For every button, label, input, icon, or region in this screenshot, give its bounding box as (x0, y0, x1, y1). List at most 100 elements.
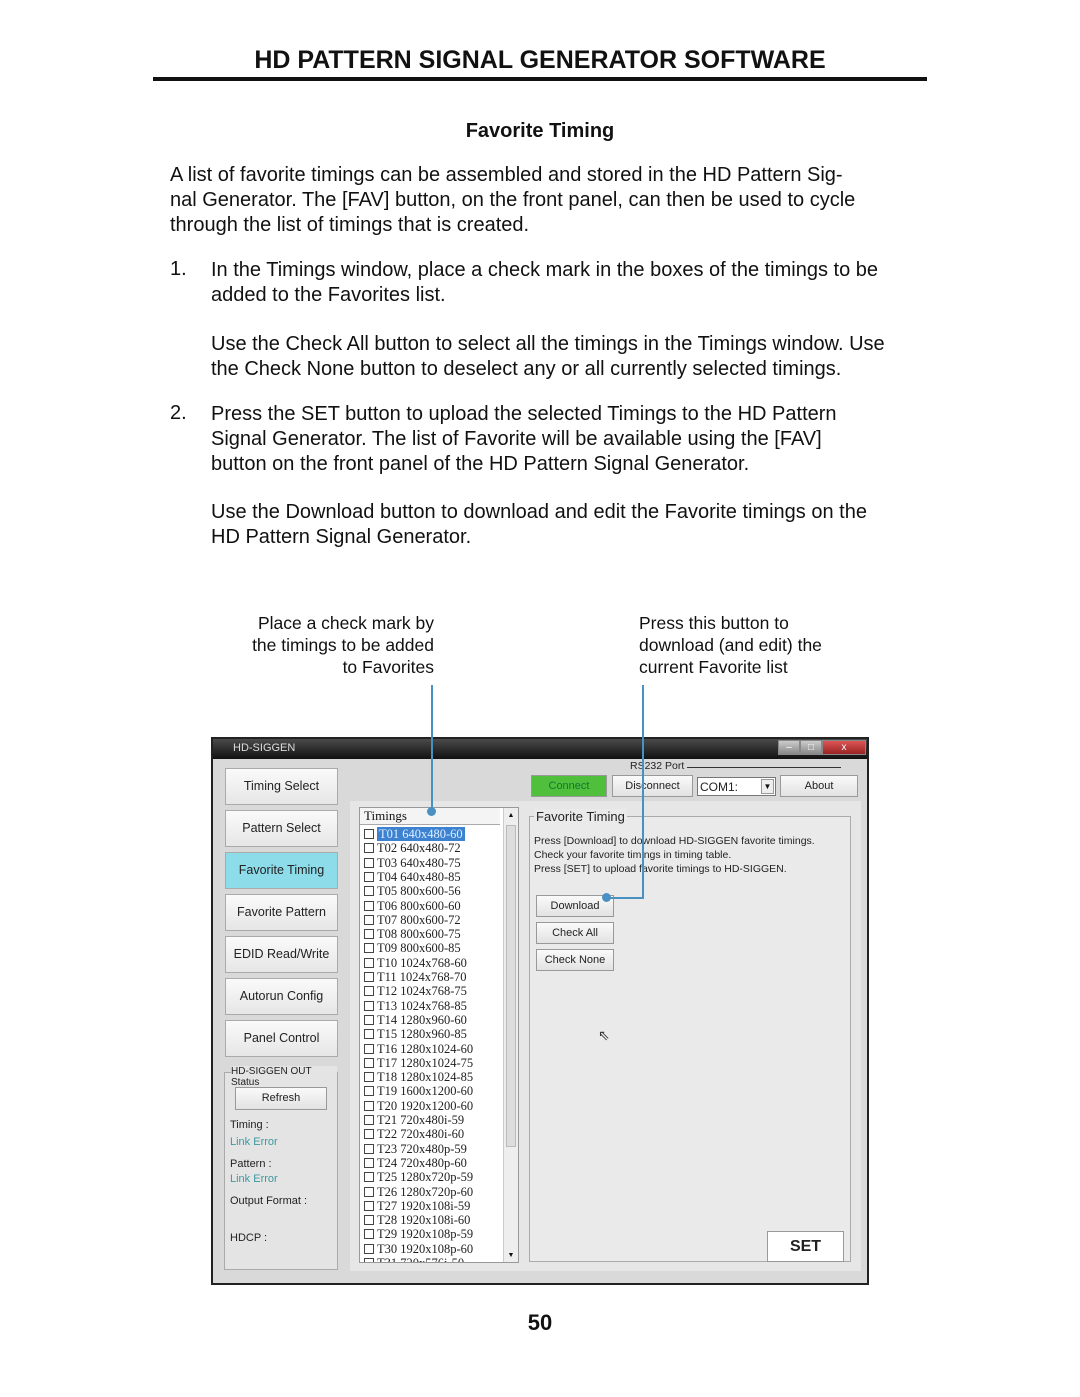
timing-row[interactable]: T29 1920x108p-59 (364, 1227, 473, 1241)
checkbox[interactable] (364, 1258, 374, 1262)
timing-label: T24 720x480p-60 (377, 1155, 467, 1170)
checkbox[interactable] (364, 1215, 374, 1226)
timing-row[interactable]: T03 640x480-75 (364, 856, 461, 870)
scroll-up-icon[interactable]: ▲ (504, 808, 518, 822)
timing-row[interactable]: T08 800x600-75 (364, 927, 461, 941)
text-line: Signal Generator. The list of Favorite w… (211, 428, 822, 450)
nav-panel-control[interactable]: Panel Control (225, 1020, 338, 1057)
nav-autorun-config[interactable]: Autorun Config (225, 978, 338, 1015)
checkbox[interactable] (364, 1186, 374, 1197)
check-all-button[interactable]: Check All (536, 922, 614, 944)
status-group: HD-SIGGEN OUT Status Refresh Timing : Li… (224, 1066, 338, 1270)
timing-row[interactable]: T13 1024x768-85 (364, 999, 467, 1013)
timing-row[interactable]: T25 1280x720p-59 (364, 1170, 473, 1184)
text-line: button on the front panel of the HD Patt… (211, 453, 750, 475)
checkbox[interactable] (364, 1229, 374, 1240)
disconnect-button[interactable]: Disconnect (612, 775, 693, 797)
checkbox[interactable] (364, 914, 374, 925)
checkbox[interactable] (364, 1157, 374, 1168)
timing-label: T15 1280x960-85 (377, 1027, 467, 1042)
checkbox[interactable] (364, 972, 374, 982)
timing-row[interactable]: T21 720x480i-59 (364, 1113, 464, 1127)
timing-row[interactable]: T02 640x480-72 (364, 841, 461, 855)
timing-row[interactable]: T28 1920x108i-60 (364, 1213, 470, 1227)
checkbox[interactable] (364, 1043, 374, 1054)
close-icon[interactable]: x (822, 740, 866, 755)
nav-pattern-select[interactable]: Pattern Select (225, 810, 338, 847)
timing-row[interactable]: T09 800x600-85 (364, 941, 461, 955)
timing-row[interactable]: T26 1280x720p-60 (364, 1185, 473, 1199)
timing-row[interactable]: T17 1280x1024-75 (364, 1056, 473, 1070)
checkbox[interactable] (364, 1014, 374, 1025)
checkbox[interactable] (364, 986, 374, 997)
checkbox[interactable] (364, 1100, 374, 1111)
checkbox[interactable] (364, 1200, 374, 1211)
text-line: current Favorite list (639, 657, 788, 677)
checkbox[interactable] (364, 1072, 374, 1083)
checkbox[interactable] (364, 929, 374, 940)
timing-label: T04 640x480-85 (377, 869, 461, 884)
timing-label: T31 720x576i-50 (377, 1256, 465, 1263)
checkbox[interactable] (364, 1243, 374, 1254)
timing-row[interactable]: T30 1920x108p-60 (364, 1242, 473, 1256)
timing-row[interactable]: T16 1280x1024-60 (364, 1042, 473, 1056)
checkbox[interactable] (364, 1129, 374, 1140)
scrollbar-thumb[interactable] (506, 825, 516, 1147)
checkbox[interactable] (364, 857, 374, 868)
timing-row[interactable]: T22 720x480i-60 (364, 1127, 464, 1141)
minimize-icon[interactable]: – (778, 740, 800, 755)
set-button[interactable]: SET (767, 1231, 844, 1262)
checkbox[interactable] (364, 871, 374, 882)
timing-row[interactable]: T20 1920x1200-60 (364, 1099, 473, 1113)
about-button[interactable]: About (780, 775, 858, 797)
timing-row[interactable]: T05 800x600-56 (364, 884, 461, 898)
timing-row[interactable]: T07 800x600-72 (364, 913, 461, 927)
timing-row[interactable]: T24 720x480p-60 (364, 1156, 467, 1170)
checkbox[interactable] (364, 1143, 374, 1154)
maximize-icon[interactable]: □ (800, 740, 822, 755)
scrollbar[interactable]: ▲ ▼ (503, 808, 518, 1262)
timing-row[interactable]: T12 1024x768-75 (364, 984, 467, 998)
callout-dot-right (602, 893, 611, 902)
timings-list[interactable]: Timings ▲ ▼ T01 640x480-60 T02 640x480-72… (359, 807, 519, 1263)
nav-favorite-pattern[interactable]: Favorite Pattern (225, 894, 338, 931)
timing-label: T26 1280x720p-60 (377, 1184, 474, 1199)
timing-row[interactable]: T04 640x480-85 (364, 870, 461, 884)
timing-row[interactable]: T06 800x600-60 (364, 899, 461, 913)
timing-row[interactable]: T11 1024x768-70 (364, 970, 466, 984)
timing-row[interactable]: T15 1280x960-85 (364, 1027, 467, 1041)
timing-row[interactable]: T18 1280x1024-85 (364, 1070, 473, 1084)
timing-row[interactable]: T10 1024x768-60 (364, 956, 467, 970)
nav-favorite-timing[interactable]: Favorite Timing (225, 852, 338, 889)
timing-row[interactable]: T14 1280x960-60 (364, 1013, 467, 1027)
checkbox[interactable] (364, 943, 374, 954)
callout-left: Place a check mark by the timings to be … (252, 612, 434, 678)
timing-row[interactable]: T23 720x480p-59 (364, 1142, 467, 1156)
port-select[interactable]: COM1: ▼ (697, 777, 776, 796)
checkbox[interactable] (364, 1115, 374, 1125)
scroll-down-icon[interactable]: ▼ (504, 1248, 518, 1262)
checkbox[interactable] (364, 1086, 374, 1097)
nav-edid-read-write[interactable]: EDID Read/Write (225, 936, 338, 973)
checkbox[interactable] (364, 829, 374, 839)
checkbox[interactable] (364, 1029, 374, 1040)
callout-line-right (642, 685, 644, 899)
checkbox[interactable] (364, 1172, 374, 1183)
timing-row[interactable]: T01 640x480-60 (364, 827, 465, 841)
timing-row[interactable]: T31 720x576i-50 (364, 1256, 465, 1263)
chevron-down-icon[interactable]: ▼ (761, 779, 774, 794)
checkbox[interactable] (364, 886, 374, 897)
checkbox[interactable] (364, 1000, 374, 1011)
checkbox[interactable] (364, 900, 374, 911)
checkbox[interactable] (364, 1057, 374, 1068)
timing-row[interactable]: T27 1920x108i-59 (364, 1199, 470, 1213)
refresh-button[interactable]: Refresh (235, 1087, 327, 1110)
checkbox[interactable] (364, 843, 374, 854)
timing-label: T25 1280x720p-59 (377, 1170, 474, 1185)
check-none-button[interactable]: Check None (536, 949, 614, 971)
nav-timing-select[interactable]: Timing Select (225, 768, 338, 805)
timing-row[interactable]: T19 1600x1200-60 (364, 1084, 473, 1098)
connect-button[interactable]: Connect (531, 775, 607, 797)
text-line: Press [Download] to download HD-SIGGEN f… (534, 835, 815, 847)
checkbox[interactable] (364, 957, 374, 968)
